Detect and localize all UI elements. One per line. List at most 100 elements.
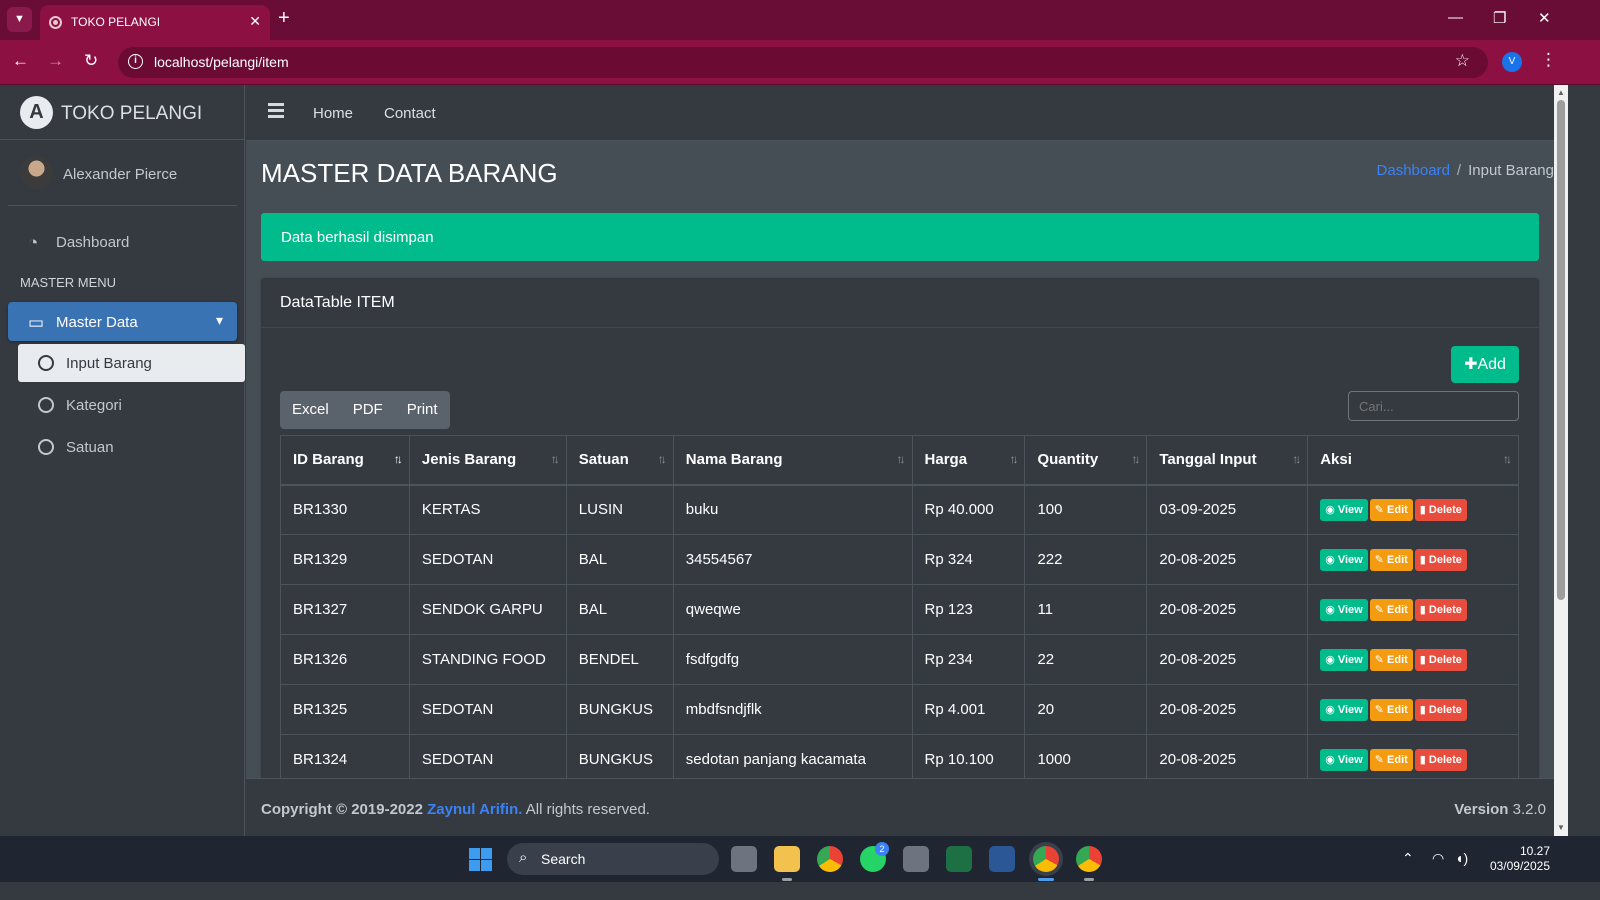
col-tanggal-input[interactable]: Tanggal Input ↑↓ (1146, 435, 1309, 486)
version-label: Version (1454, 801, 1509, 818)
sidebar-item-master-data[interactable]: ▭ Master Data ▾ (8, 302, 237, 341)
scroll-up-icon[interactable]: ▲ (1557, 88, 1565, 97)
edit-button[interactable]: ✎ Edit (1369, 698, 1413, 721)
col-quantity[interactable]: Quantity ↑↓ (1024, 435, 1148, 486)
profile-avatar[interactable]: V (1502, 52, 1522, 72)
breadcrumb-dashboard-link[interactable]: Dashboard (1377, 162, 1450, 179)
action-cell: ◉ View ✎ Edit ▮ Delete (1307, 734, 1519, 778)
edit-button[interactable]: ✎ Edit (1369, 748, 1413, 771)
new-tab-plus-icon[interactable]: + (278, 7, 290, 30)
edit-button[interactable]: ✎ Edit (1369, 498, 1413, 521)
top-navbar: Home Contact (246, 85, 1554, 141)
author-link[interactable]: Zaynul Arifin. (427, 801, 522, 818)
delete-button[interactable]: ▮ Delete (1414, 648, 1467, 671)
col-harga[interactable]: Harga ↑↓ (911, 435, 1026, 486)
browser-tab[interactable]: TOKO PELANGI ✕ (40, 5, 270, 40)
add-button[interactable]: ✚Add (1451, 346, 1519, 383)
edit-icon: ✎ (1374, 553, 1388, 566)
excel-icon[interactable] (946, 846, 972, 872)
user-name[interactable]: Alexander Pierce (63, 166, 177, 183)
delete-button[interactable]: ▮ Delete (1414, 498, 1467, 521)
col-jenis-barang[interactable]: Jenis Barang ↑↓ (408, 435, 567, 486)
view-button[interactable]: ◉ View (1320, 548, 1368, 571)
col-id-barang[interactable]: ID Barang ↑↓ (280, 435, 410, 486)
file-explorer-icon[interactable] (774, 846, 800, 872)
sidebar-item-input-barang[interactable]: Input Barang (18, 344, 245, 382)
col-aksi[interactable]: Aksi ↑↓ (1307, 435, 1519, 486)
star-icon[interactable]: ☆ (1455, 51, 1470, 71)
eye-icon: ◉ (1325, 703, 1338, 716)
brand-link[interactable]: A TOKO PELANGI (0, 85, 244, 140)
col-nama-barang[interactable]: Nama Barang ↑↓ (672, 435, 913, 486)
view-label: View (1337, 553, 1363, 566)
table-cell: BR1330 (280, 484, 410, 535)
nav-home-link[interactable]: Home (313, 105, 353, 122)
delete-button[interactable]: ▮ Delete (1414, 548, 1467, 571)
edit-button[interactable]: ✎ Edit (1369, 548, 1413, 571)
table-cell: 222 (1024, 534, 1148, 585)
sort-icon: ↑↓ (896, 452, 906, 466)
table-row: BR1330 KERTAS LUSIN buku Rp 40.000 100 03-09-2… (280, 484, 1519, 535)
kebab-icon[interactable]: ⋮ (1540, 50, 1557, 70)
window-close-icon[interactable]: ✕ (1538, 9, 1551, 27)
forward-icon[interactable]: → (47, 51, 64, 71)
view-button[interactable]: ◉ View (1320, 748, 1368, 771)
table-cell: mbdfsndjflk (672, 684, 913, 735)
back-icon[interactable]: ← (12, 51, 29, 71)
info-icon[interactable]: i (128, 54, 143, 69)
scroll-thumb[interactable] (1557, 100, 1565, 600)
windows-start-icon[interactable] (469, 848, 492, 871)
sidebar-item-label: Satuan (66, 439, 114, 456)
page-title: MASTER DATA BARANG (261, 158, 558, 188)
chrome-profile-icon[interactable] (1076, 846, 1102, 872)
table-cell: BENDEL (565, 634, 674, 685)
avatar (20, 156, 53, 189)
clock[interactable]: 10.27 03/09/2025 (1478, 844, 1550, 874)
edit-button[interactable]: ✎ Edit (1369, 598, 1413, 621)
delete-button[interactable]: ▮ Delete (1414, 598, 1467, 621)
scroll-down-icon[interactable]: ▼ (1557, 823, 1565, 832)
pdf-button[interactable]: PDF (341, 391, 395, 429)
sidebar-item-dashboard[interactable]: ◔ Dashboard (8, 222, 237, 262)
column-header-label: Nama Barang (685, 451, 783, 469)
table-cell: BR1329 (280, 534, 410, 585)
excel-button[interactable]: Excel (280, 391, 341, 429)
hamburger-icon[interactable] (268, 103, 284, 118)
calculator-icon[interactable] (903, 846, 929, 872)
close-icon[interactable]: ✕ (249, 13, 261, 30)
table-header-row: ID Barang ↑↓ Jenis Barang ↑↓ Satuan ↑↓ Nama… (280, 435, 1519, 486)
chrome-active-icon[interactable] (1033, 846, 1059, 872)
delete-button[interactable]: ▮ Delete (1414, 748, 1467, 771)
search-input[interactable] (1348, 391, 1519, 421)
taskbar-search[interactable]: ⌕ Search (507, 843, 719, 875)
volume-icon[interactable]: ◖) (1455, 850, 1468, 866)
version-number: 3.2.0 (1512, 801, 1546, 818)
delete-button[interactable]: ▮ Delete (1414, 698, 1467, 721)
tab-list-chevron-down-icon[interactable]: ▼ (7, 7, 32, 32)
datatable-card: DataTable ITEM ✚Add Excel PDF Print ID B… (261, 278, 1539, 778)
word-icon[interactable] (989, 846, 1015, 872)
view-button[interactable]: ◉ View (1320, 598, 1368, 621)
view-button[interactable]: ◉ View (1320, 648, 1368, 671)
nav-contact-link[interactable]: Contact (384, 105, 436, 122)
minimize-icon[interactable]: — (1448, 9, 1463, 26)
chrome-icon[interactable] (817, 846, 843, 872)
edit-icon: ✎ (1374, 603, 1388, 616)
print-button[interactable]: Print (395, 391, 450, 429)
page-scrollbar[interactable]: ▲ ▼ (1554, 85, 1568, 836)
sidebar-item-satuan[interactable]: Satuan (18, 428, 245, 466)
sort-icon: ↑↓ (550, 452, 560, 466)
edit-button[interactable]: ✎ Edit (1369, 648, 1413, 671)
col-satuan[interactable]: Satuan ↑↓ (565, 435, 674, 486)
sidebar-item-kategori[interactable]: Kategori (18, 386, 245, 424)
view-button[interactable]: ◉ View (1320, 498, 1368, 521)
action-cell: ◉ View ✎ Edit ▮ Delete (1307, 684, 1519, 735)
reload-icon[interactable]: ↻ (84, 51, 98, 71)
restore-icon[interactable]: ❐ (1493, 9, 1506, 27)
url-text[interactable]: localhost/pelangi/item (154, 54, 289, 70)
chevron-up-icon[interactable]: ⌃ (1402, 850, 1414, 867)
address-bar[interactable]: i localhost/pelangi/item ☆ (118, 47, 1488, 78)
view-button[interactable]: ◉ View (1320, 698, 1368, 721)
task-view-icon[interactable] (731, 846, 757, 872)
wifi-icon[interactable]: ◠ (1432, 850, 1444, 867)
